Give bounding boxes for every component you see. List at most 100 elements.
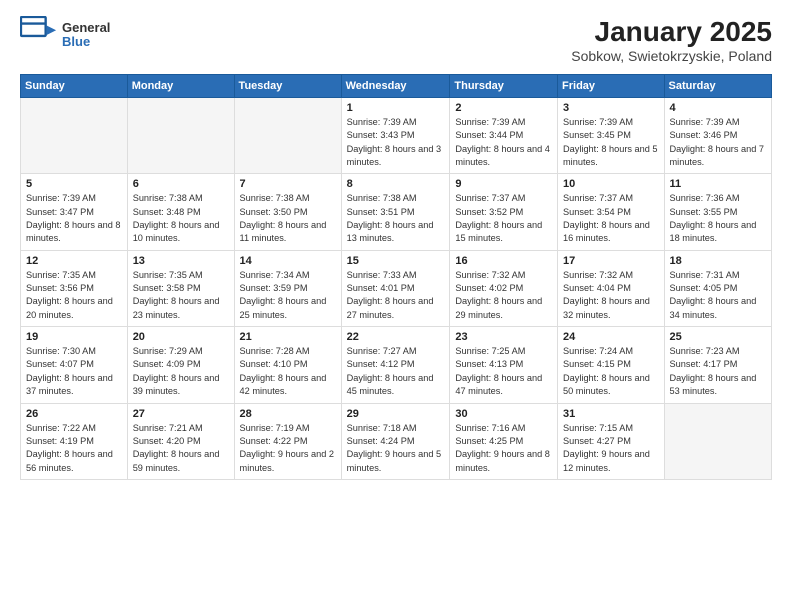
day-number: 23 — [455, 331, 552, 343]
day-number: 14 — [240, 255, 336, 267]
day-cell: 17 Sunrise: 7:32 AM Sunset: 4:04 PM Dayli… — [558, 250, 664, 326]
day-cell: 20 Sunrise: 7:29 AM Sunset: 4:09 PM Dayli… — [127, 327, 234, 403]
logo-general-text: General — [62, 21, 110, 35]
day-number: 24 — [563, 331, 658, 343]
day-cell: 10 Sunrise: 7:37 AM Sunset: 3:54 PM Dayli… — [558, 174, 664, 250]
day-number: 15 — [347, 255, 445, 267]
day-number: 26 — [26, 408, 122, 420]
day-number: 18 — [670, 255, 766, 267]
logo-text: General Blue — [62, 21, 110, 50]
day-info: Sunrise: 7:30 AM Sunset: 4:07 PM Dayligh… — [26, 345, 122, 398]
day-info: Sunrise: 7:32 AM Sunset: 4:04 PM Dayligh… — [563, 269, 658, 322]
day-cell: 3 Sunrise: 7:39 AM Sunset: 3:45 PM Daylig… — [558, 98, 664, 174]
day-info: Sunrise: 7:24 AM Sunset: 4:15 PM Dayligh… — [563, 345, 658, 398]
day-cell: 28 Sunrise: 7:19 AM Sunset: 4:22 PM Dayli… — [234, 403, 341, 479]
day-info: Sunrise: 7:37 AM Sunset: 3:52 PM Dayligh… — [455, 192, 552, 245]
day-cell: 22Sunrise: 7:27 AM Sunset: 4:12 PM Dayli… — [341, 327, 450, 403]
day-cell: 14 Sunrise: 7:34 AM Sunset: 3:59 PM Dayli… — [234, 250, 341, 326]
week-row-4: 19 Sunrise: 7:30 AM Sunset: 4:07 PM Dayli… — [21, 327, 772, 403]
day-info: Sunrise: 7:38 AM Sunset: 3:48 PM Dayligh… — [133, 192, 229, 245]
calendar-title: January 2025 — [571, 16, 772, 48]
day-info: Sunrise: 7:21 AM Sunset: 4:20 PM Dayligh… — [133, 422, 229, 475]
day-info: Sunrise: 7:29 AM Sunset: 4:09 PM Dayligh… — [133, 345, 229, 398]
day-number: 10 — [563, 178, 658, 190]
day-number: 30 — [455, 408, 552, 420]
day-info: Sunrise: 7:39 AM Sunset: 3:46 PM Dayligh… — [670, 116, 766, 169]
day-cell: 1Sunrise: 7:39 AM Sunset: 3:43 PM Daylig… — [341, 98, 450, 174]
day-cell: 24 Sunrise: 7:24 AM Sunset: 4:15 PM Dayli… — [558, 327, 664, 403]
day-number: 11 — [670, 178, 766, 190]
day-info: Sunrise: 7:38 AM Sunset: 3:50 PM Dayligh… — [240, 192, 336, 245]
day-cell: 11 Sunrise: 7:36 AM Sunset: 3:55 PM Dayli… — [664, 174, 771, 250]
day-info: Sunrise: 7:16 AM Sunset: 4:25 PM Dayligh… — [455, 422, 552, 475]
day-info: Sunrise: 7:39 AM Sunset: 3:45 PM Dayligh… — [563, 116, 658, 169]
week-row-3: 12Sunrise: 7:35 AM Sunset: 3:56 PM Dayli… — [21, 250, 772, 326]
day-number: 3 — [563, 102, 658, 114]
page: General Blue January 2025 Sobkow, Swieto… — [0, 0, 792, 612]
week-row-1: 1Sunrise: 7:39 AM Sunset: 3:43 PM Daylig… — [21, 98, 772, 174]
day-info: Sunrise: 7:36 AM Sunset: 3:55 PM Dayligh… — [670, 192, 766, 245]
day-info: Sunrise: 7:23 AM Sunset: 4:17 PM Dayligh… — [670, 345, 766, 398]
week-row-2: 5Sunrise: 7:39 AM Sunset: 3:47 PM Daylig… — [21, 174, 772, 250]
day-cell: 23 Sunrise: 7:25 AM Sunset: 4:13 PM Dayli… — [450, 327, 558, 403]
logo-blue-text: Blue — [62, 35, 110, 49]
day-info: Sunrise: 7:33 AM Sunset: 4:01 PM Dayligh… — [347, 269, 445, 322]
day-info: Sunrise: 7:31 AM Sunset: 4:05 PM Dayligh… — [670, 269, 766, 322]
day-cell: 19 Sunrise: 7:30 AM Sunset: 4:07 PM Dayli… — [21, 327, 128, 403]
day-cell: 18 Sunrise: 7:31 AM Sunset: 4:05 PM Dayli… — [664, 250, 771, 326]
logo-icon — [20, 16, 58, 54]
col-header-friday: Friday — [558, 75, 664, 98]
day-number: 28 — [240, 408, 336, 420]
day-cell: 29 Sunrise: 7:18 AM Sunset: 4:24 PM Dayli… — [341, 403, 450, 479]
day-number: 9 — [455, 178, 552, 190]
day-cell — [21, 98, 128, 174]
day-info: Sunrise: 7:22 AM Sunset: 4:19 PM Dayligh… — [26, 422, 122, 475]
day-info: Sunrise: 7:39 AM Sunset: 3:47 PM Dayligh… — [26, 192, 122, 245]
header-row: SundayMondayTuesdayWednesdayThursdayFrid… — [21, 75, 772, 98]
day-info: Sunrise: 7:39 AM Sunset: 3:44 PM Dayligh… — [455, 116, 552, 169]
day-info: Sunrise: 7:37 AM Sunset: 3:54 PM Dayligh… — [563, 192, 658, 245]
day-number: 2 — [455, 102, 552, 114]
day-number: 29 — [347, 408, 445, 420]
day-info: Sunrise: 7:25 AM Sunset: 4:13 PM Dayligh… — [455, 345, 552, 398]
day-cell — [127, 98, 234, 174]
day-cell: 21Sunrise: 7:28 AM Sunset: 4:10 PM Dayli… — [234, 327, 341, 403]
col-header-saturday: Saturday — [664, 75, 771, 98]
day-info: Sunrise: 7:19 AM Sunset: 4:22 PM Dayligh… — [240, 422, 336, 475]
col-header-tuesday: Tuesday — [234, 75, 341, 98]
day-number: 1 — [347, 102, 445, 114]
day-info: Sunrise: 7:32 AM Sunset: 4:02 PM Dayligh… — [455, 269, 552, 322]
day-number: 19 — [26, 331, 122, 343]
col-header-wednesday: Wednesday — [341, 75, 450, 98]
day-info: Sunrise: 7:34 AM Sunset: 3:59 PM Dayligh… — [240, 269, 336, 322]
title-block: January 2025 Sobkow, Swietokrzyskie, Pol… — [571, 16, 772, 64]
day-number: 7 — [240, 178, 336, 190]
week-row-5: 26 Sunrise: 7:22 AM Sunset: 4:19 PM Dayli… — [21, 403, 772, 479]
logo: General Blue — [20, 16, 110, 54]
day-cell: 5Sunrise: 7:39 AM Sunset: 3:47 PM Daylig… — [21, 174, 128, 250]
header: General Blue January 2025 Sobkow, Swieto… — [20, 16, 772, 64]
day-cell: 25Sunrise: 7:23 AM Sunset: 4:17 PM Dayli… — [664, 327, 771, 403]
day-cell: 15 Sunrise: 7:33 AM Sunset: 4:01 PM Dayli… — [341, 250, 450, 326]
day-cell: 6 Sunrise: 7:38 AM Sunset: 3:48 PM Daylig… — [127, 174, 234, 250]
day-cell: 4Sunrise: 7:39 AM Sunset: 3:46 PM Daylig… — [664, 98, 771, 174]
day-cell — [234, 98, 341, 174]
day-info: Sunrise: 7:18 AM Sunset: 4:24 PM Dayligh… — [347, 422, 445, 475]
day-number: 20 — [133, 331, 229, 343]
col-header-thursday: Thursday — [450, 75, 558, 98]
day-number: 22 — [347, 331, 445, 343]
calendar-table: SundayMondayTuesdayWednesdayThursdayFrid… — [20, 74, 772, 480]
day-info: Sunrise: 7:38 AM Sunset: 3:51 PM Dayligh… — [347, 192, 445, 245]
day-cell: 30 Sunrise: 7:16 AM Sunset: 4:25 PM Dayli… — [450, 403, 558, 479]
day-cell: 9 Sunrise: 7:37 AM Sunset: 3:52 PM Daylig… — [450, 174, 558, 250]
day-info: Sunrise: 7:35 AM Sunset: 3:58 PM Dayligh… — [133, 269, 229, 322]
day-cell: 7 Sunrise: 7:38 AM Sunset: 3:50 PM Daylig… — [234, 174, 341, 250]
day-info: Sunrise: 7:28 AM Sunset: 4:10 PM Dayligh… — [240, 345, 336, 398]
day-cell: 12Sunrise: 7:35 AM Sunset: 3:56 PM Dayli… — [21, 250, 128, 326]
day-number: 6 — [133, 178, 229, 190]
col-header-monday: Monday — [127, 75, 234, 98]
day-info: Sunrise: 7:15 AM Sunset: 4:27 PM Dayligh… — [563, 422, 658, 475]
day-number: 16 — [455, 255, 552, 267]
day-number: 17 — [563, 255, 658, 267]
day-number: 8 — [347, 178, 445, 190]
